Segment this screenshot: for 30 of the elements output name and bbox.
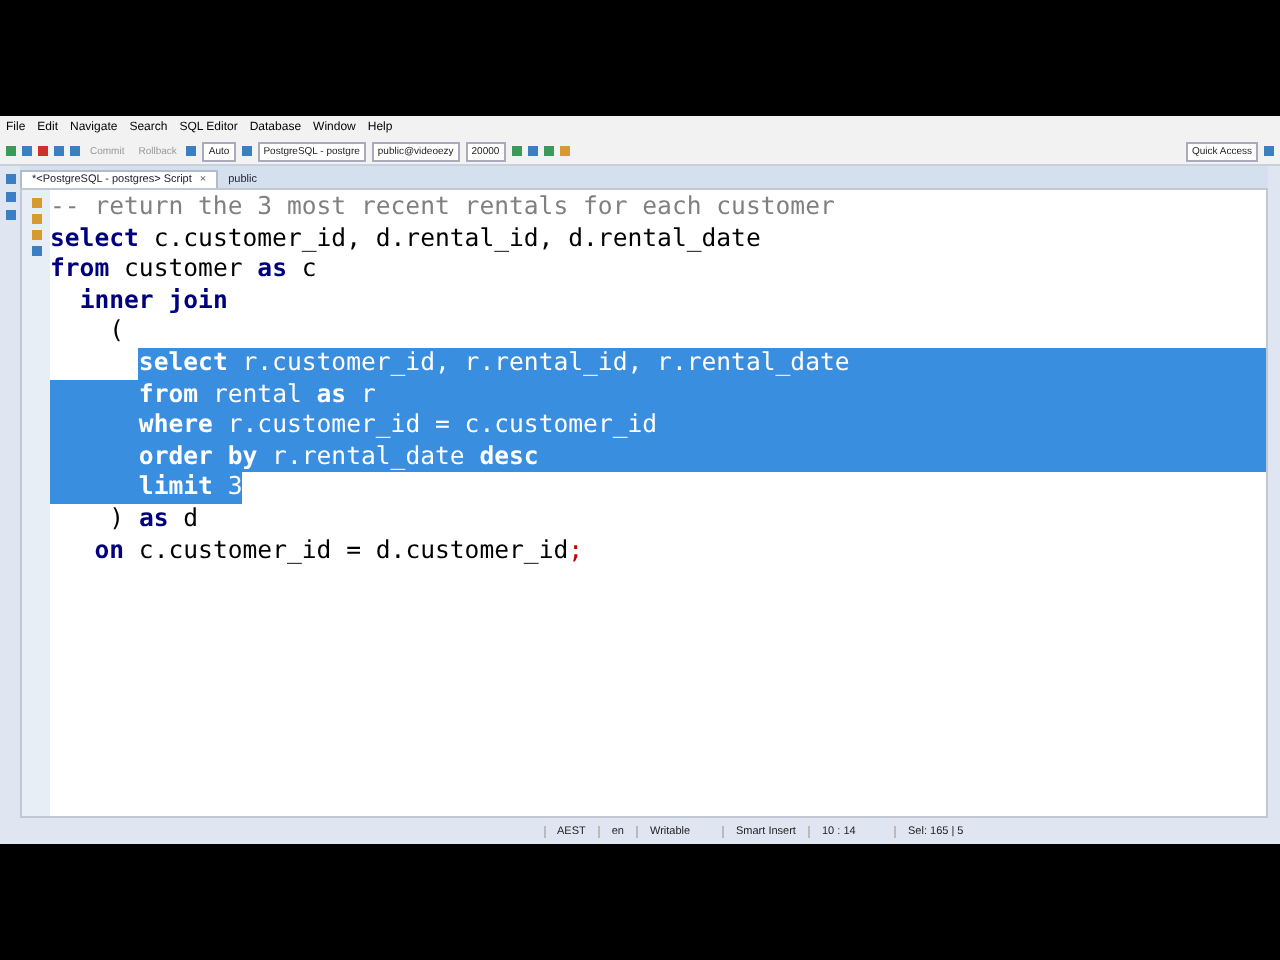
code-text: c.customer_id = d.customer_id (136, 535, 569, 564)
sql-keyword: inner join (79, 285, 228, 314)
code-text: r.customer_id, r.rental_id, r.rental_date (240, 347, 850, 376)
code-text: customer (122, 254, 245, 283)
sql-keyword: as (316, 379, 347, 408)
sql-keyword: on (94, 535, 125, 564)
sql-keyword: desc (479, 441, 539, 470)
code-text: ( (109, 316, 125, 345)
toolbar-icon[interactable] (241, 146, 252, 156)
code-punctuation: ; (568, 535, 584, 564)
code-text: ) (109, 503, 127, 532)
code-comment: -- return the 3 most recent rentals for each customer (50, 192, 835, 220)
sql-keyword: limit (138, 472, 213, 501)
code-text: c (299, 254, 317, 283)
code-text: d (181, 503, 199, 532)
code-text: r (358, 379, 376, 408)
code-text: rental (210, 379, 304, 408)
code-text: c.customer_id, d.rental_id, d.rental_date (151, 223, 761, 252)
sql-keyword: as (257, 254, 287, 283)
sql-keyword: as (138, 503, 169, 532)
sql-keyword: where (138, 410, 213, 439)
toolbar-icon[interactable] (186, 146, 197, 156)
code-text: r.customer_id = c.customer_id (225, 410, 658, 439)
sql-keyword: from (50, 254, 110, 283)
code-text: 3 (225, 472, 243, 501)
sql-keyword: from (138, 379, 199, 408)
sql-keyword: order by (138, 441, 258, 470)
sql-keyword: select (138, 347, 228, 376)
code-text: r.rental_date (270, 441, 467, 470)
sql-keyword: select (50, 223, 139, 252)
